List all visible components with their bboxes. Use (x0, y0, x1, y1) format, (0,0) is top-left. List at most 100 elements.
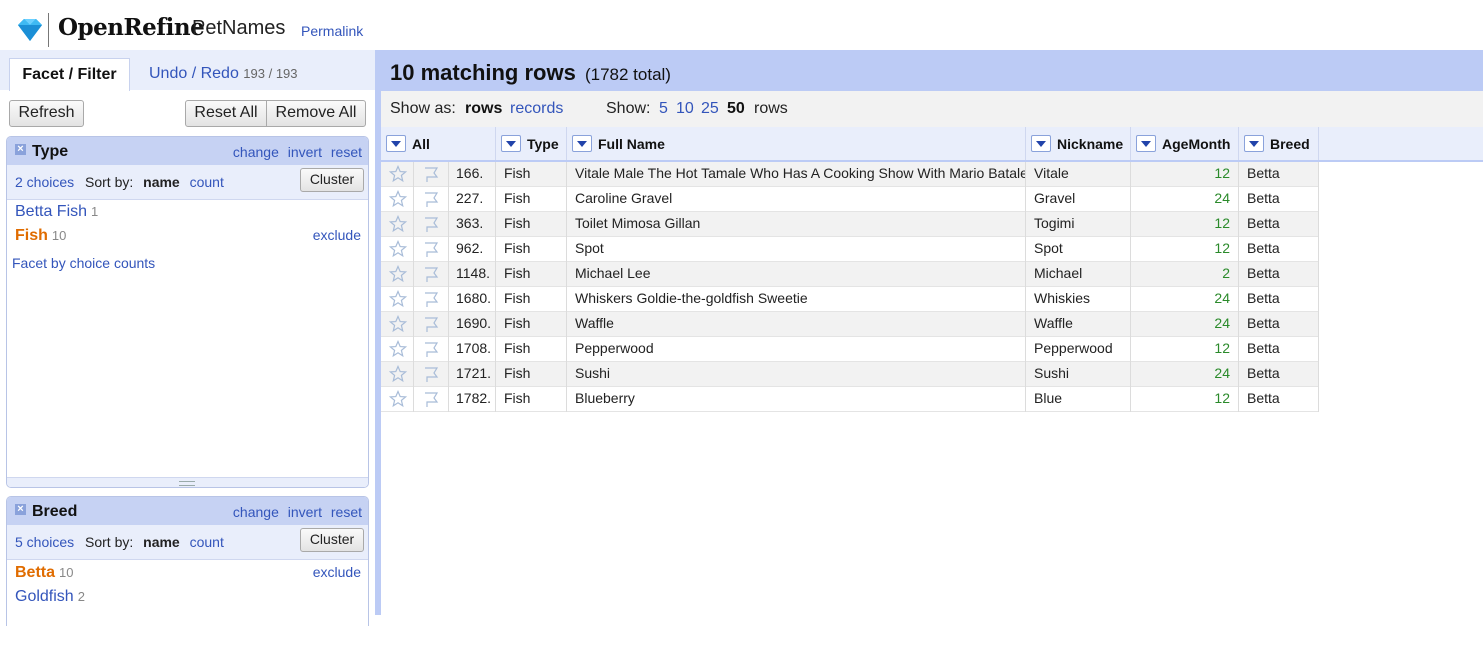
flag-icon[interactable] (422, 340, 440, 358)
cell-breed[interactable]: Betta (1239, 387, 1319, 412)
cell-breed[interactable]: Betta (1239, 187, 1319, 212)
flag-icon[interactable] (422, 190, 440, 208)
facet-choice[interactable]: Goldfish 2 (15, 588, 85, 606)
show-as-rows[interactable]: rows (465, 100, 502, 118)
cell-nickname[interactable]: Gravel (1026, 187, 1131, 212)
cell-nickname[interactable]: Vitale (1026, 162, 1131, 187)
flag-icon[interactable] (422, 265, 440, 283)
facet-choice-name[interactable]: Fish (15, 227, 48, 244)
cell-agemonth[interactable]: 12 (1131, 387, 1239, 412)
cell-full-name[interactable]: Blueberry (567, 387, 1026, 412)
sort-by-name[interactable]: name (143, 534, 180, 550)
star-icon[interactable] (389, 265, 407, 283)
facet-choices-count[interactable]: 5 choices (15, 534, 74, 550)
cell-agemonth[interactable]: 24 (1131, 287, 1239, 312)
facet-choice-name[interactable]: Goldfish (15, 588, 74, 605)
flag-icon[interactable] (422, 215, 440, 233)
cell-type[interactable]: Fish (496, 337, 567, 362)
reset-all-button[interactable]: Reset All (185, 100, 267, 127)
cell-agemonth[interactable]: 12 (1131, 237, 1239, 262)
cell-breed[interactable]: Betta (1239, 287, 1319, 312)
cell-type[interactable]: Fish (496, 187, 567, 212)
star-icon[interactable] (389, 215, 407, 233)
star-icon[interactable] (389, 390, 407, 408)
facet-reset-link[interactable]: reset (331, 504, 362, 520)
cell-agemonth[interactable]: 24 (1131, 312, 1239, 337)
exclude-link[interactable]: exclude (313, 564, 361, 580)
flag-icon[interactable] (422, 315, 440, 333)
facet-choice[interactable]: Betta Fish 1 (15, 203, 98, 221)
facet-change-link[interactable]: change (233, 144, 279, 160)
tab-undo-redo[interactable]: Undo / Redo 193 / 193 (149, 65, 298, 83)
flag-icon[interactable] (422, 365, 440, 383)
sort-by-name[interactable]: name (143, 174, 180, 190)
sort-by-count[interactable]: count (190, 534, 224, 550)
cell-breed[interactable]: Betta (1239, 312, 1319, 337)
cell-breed[interactable]: Betta (1239, 162, 1319, 187)
diamond-logo-icon[interactable] (14, 17, 46, 43)
cell-type[interactable]: Fish (496, 362, 567, 387)
tab-facet-filter[interactable]: Facet / Filter (9, 58, 130, 91)
cell-agemonth[interactable]: 12 (1131, 337, 1239, 362)
cell-type[interactable]: Fish (496, 387, 567, 412)
facet-invert-link[interactable]: invert (288, 144, 322, 160)
star-icon[interactable] (389, 340, 407, 358)
cell-full-name[interactable]: Michael Lee (567, 262, 1026, 287)
cell-full-name[interactable]: Toilet Mimosa Gillan (567, 212, 1026, 237)
cell-breed[interactable]: Betta (1239, 262, 1319, 287)
cluster-button[interactable]: Cluster (300, 168, 364, 192)
cell-full-name[interactable]: Sushi (567, 362, 1026, 387)
exclude-link[interactable]: exclude (313, 227, 361, 243)
cell-agemonth[interactable]: 12 (1131, 212, 1239, 237)
facet-choices-count[interactable]: 2 choices (15, 174, 74, 190)
facet-invert-link[interactable]: invert (288, 504, 322, 520)
app-title[interactable]: OpenRefine (58, 14, 205, 41)
cell-nickname[interactable]: Waffle (1026, 312, 1131, 337)
cell-agemonth[interactable]: 24 (1131, 362, 1239, 387)
facet-choice-selected[interactable]: Betta 10 (15, 564, 73, 582)
facet-change-link[interactable]: change (233, 504, 279, 520)
flag-icon[interactable] (422, 390, 440, 408)
cell-full-name[interactable]: Spot (567, 237, 1026, 262)
dropdown-arrow-icon[interactable] (386, 135, 406, 152)
dropdown-arrow-icon[interactable] (501, 135, 521, 152)
cell-full-name[interactable]: Vitale Male The Hot Tamale Who Has A Coo… (567, 162, 1026, 187)
facet-reset-link[interactable]: reset (331, 144, 362, 160)
star-icon[interactable] (389, 190, 407, 208)
cell-type[interactable]: Fish (496, 262, 567, 287)
cell-nickname[interactable]: Blue (1026, 387, 1131, 412)
dropdown-arrow-icon[interactable] (1244, 135, 1264, 152)
cell-nickname[interactable]: Spot (1026, 237, 1131, 262)
flag-icon[interactable] (422, 165, 440, 183)
facet-choice-selected[interactable]: Fish 10 (15, 227, 66, 245)
cell-type[interactable]: Fish (496, 212, 567, 237)
facet-resize-handle[interactable] (7, 477, 368, 487)
refresh-button[interactable]: Refresh (9, 100, 84, 127)
page-size-25[interactable]: 25 (701, 100, 719, 118)
star-icon[interactable] (389, 315, 407, 333)
sort-by-count[interactable]: count (190, 174, 224, 190)
cell-type[interactable]: Fish (496, 287, 567, 312)
cluster-button[interactable]: Cluster (300, 528, 364, 552)
cell-breed[interactable]: Betta (1239, 362, 1319, 387)
cell-type[interactable]: Fish (496, 237, 567, 262)
page-size-10[interactable]: 10 (676, 100, 694, 118)
page-size-5[interactable]: 5 (659, 100, 668, 118)
remove-all-button[interactable]: Remove All (266, 100, 366, 127)
facet-by-choice-counts-link[interactable]: Facet by choice counts (12, 255, 155, 271)
close-icon[interactable]: × (15, 144, 26, 155)
show-as-records[interactable]: records (510, 100, 563, 118)
star-icon[interactable] (389, 240, 407, 258)
cell-breed[interactable]: Betta (1239, 337, 1319, 362)
facet-choice-name[interactable]: Betta (15, 564, 55, 581)
cell-nickname[interactable]: Michael (1026, 262, 1131, 287)
cell-nickname[interactable]: Pepperwood (1026, 337, 1131, 362)
dropdown-arrow-icon[interactable] (1136, 135, 1156, 152)
dropdown-arrow-icon[interactable] (1031, 135, 1051, 152)
permalink-link[interactable]: Permalink (301, 23, 363, 39)
cell-type[interactable]: Fish (496, 162, 567, 187)
cell-breed[interactable]: Betta (1239, 212, 1319, 237)
flag-icon[interactable] (422, 290, 440, 308)
close-icon[interactable]: × (15, 504, 26, 515)
cell-breed[interactable]: Betta (1239, 237, 1319, 262)
